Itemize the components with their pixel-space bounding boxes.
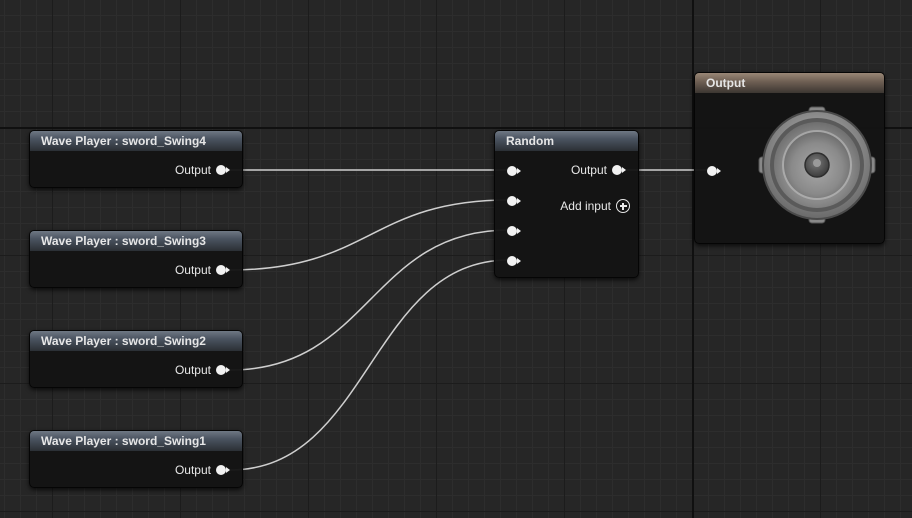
wave-player-node-swing2[interactable]: Wave Player : sword_Swing2 Output [29,330,243,388]
node-title: Wave Player : sword_Swing2 [30,331,242,351]
input-pin-4-icon[interactable] [507,256,521,266]
output-pin-row[interactable]: Output [175,263,230,277]
output-pin-row[interactable]: Output [571,163,626,177]
wave-player-node-swing4[interactable]: Wave Player : sword_Swing4 Output [29,130,243,188]
output-pin-icon[interactable] [612,165,626,175]
output-pin-row[interactable]: Output [175,163,230,177]
node-title: Wave Player : sword_Swing4 [30,131,242,151]
output-pin-label: Output [174,263,211,277]
input-pin-2-icon[interactable] [507,196,521,206]
output-pin-icon[interactable] [216,265,230,275]
node-title: Wave Player : sword_Swing3 [30,231,242,251]
node-title: Wave Player : sword_Swing1 [30,431,242,451]
random-node[interactable]: Random Output Add input [494,130,639,278]
output-pin-icon[interactable] [216,165,230,175]
node-title: Random [495,131,638,151]
input-pin-1-icon[interactable] [507,166,521,176]
input-pin-icon[interactable] [707,166,721,176]
speaker-icon [758,106,876,224]
output-pin-row[interactable]: Output [175,363,230,377]
output-node[interactable]: Output [694,72,885,244]
output-pin-label: Output [174,163,211,177]
add-circle-icon[interactable] [616,199,630,213]
node-title: Output [695,73,884,93]
input-pin-3-icon[interactable] [507,226,521,236]
output-pin-icon[interactable] [216,365,230,375]
wave-player-node-swing3[interactable]: Wave Player : sword_Swing3 Output [29,230,243,288]
output-pin-icon[interactable] [216,465,230,475]
wire-swing1-to-random [229,259,510,471]
wire-swing3-to-random [229,199,510,271]
output-pin-label: Output [174,363,211,377]
sound-cue-graph-canvas[interactable]: Wave Player : sword_Swing4 Output Wave P… [0,0,912,518]
add-input-button[interactable]: Add input [560,199,630,213]
wave-player-node-swing1[interactable]: Wave Player : sword_Swing1 Output [29,430,243,488]
add-input-label: Add input [560,199,611,213]
output-pin-label: Output [570,163,607,177]
wire-swing2-to-random [229,229,510,371]
output-pin-row[interactable]: Output [175,463,230,477]
output-pin-label: Output [174,463,211,477]
